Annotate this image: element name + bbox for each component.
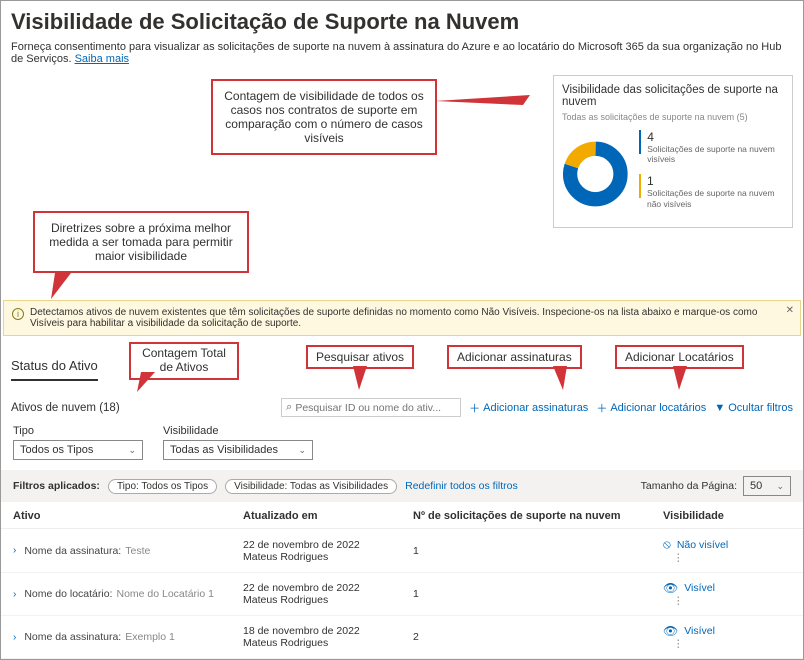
filter-visibility-select[interactable]: Todas as Visibilidades ⌄ xyxy=(163,440,313,460)
reset-filters-link[interactable]: Redefinir todos os filtros xyxy=(405,480,518,492)
callout-arrow-icon xyxy=(349,366,371,392)
add-subscriptions-button[interactable]: ＋ Adicionar assinaturas xyxy=(469,400,588,416)
page-subtitle: Forneça consentimento para visualizar as… xyxy=(11,41,793,65)
notice-text: Detectamos ativos de nuvem existentes qu… xyxy=(30,307,792,329)
chevron-down-icon: ⌄ xyxy=(776,481,784,492)
hide-filters-label: Ocultar filtros xyxy=(728,402,793,414)
chart-title: Visibilidade das solicitações de suporte… xyxy=(562,84,784,108)
plus-icon: ＋ xyxy=(469,400,480,416)
callout-arrow-icon xyxy=(49,273,79,301)
page-title: Visibilidade de Solicitação de Suporte n… xyxy=(11,9,793,35)
expand-icon[interactable]: › xyxy=(13,545,16,556)
chart-subtitle: Todas as solicitações de suporte na nuve… xyxy=(562,112,784,122)
chevron-down-icon: ⌄ xyxy=(128,445,136,456)
asset-count: Ativos de nuvem (18) xyxy=(11,402,120,414)
learn-more-link[interactable]: Saiba mais xyxy=(75,53,129,65)
col-updated[interactable]: Atualizado em xyxy=(243,510,413,522)
updated-cell: 22 de novembro de 2022Mateus Rodrigues xyxy=(243,582,413,606)
requests-cell: 2 xyxy=(413,631,663,643)
legend-value: 4 xyxy=(647,130,784,144)
applied-filters-label: Filtros aplicados: xyxy=(13,480,100,492)
close-icon[interactable]: ✕ xyxy=(786,305,794,316)
chart-card: Visibilidade das solicitações de suporte… xyxy=(553,75,793,228)
asset-name: Exemplo 1 xyxy=(125,631,175,643)
table-header: Ativo Atualizado em Nº de solicitações d… xyxy=(1,502,803,529)
page-size-value: 50 xyxy=(750,480,762,492)
legend-item: 4 Solicitações de suporte na nuvem visív… xyxy=(639,130,784,164)
filter-type-select[interactable]: Todos os Tipos ⌄ xyxy=(13,440,143,460)
add-tenants-button[interactable]: ＋ Adicionar locatários xyxy=(596,400,706,416)
eye-icon: 👁 xyxy=(663,624,678,638)
hide-filters-button[interactable]: ▼ Ocultar filtros xyxy=(714,402,793,414)
tab-asset-status[interactable]: Status do Ativo xyxy=(11,354,98,381)
more-icon[interactable]: ⋮ xyxy=(673,595,684,607)
page-size-label: Tamanho da Página: xyxy=(641,480,737,492)
add-subs-label: Adicionar assinaturas xyxy=(483,402,588,414)
asset-type-label: Nome da assinatura: xyxy=(24,631,121,643)
asset-type-label: Nome da assinatura: xyxy=(24,545,121,557)
info-icon: i xyxy=(12,308,24,320)
more-icon[interactable]: ⋮ xyxy=(673,552,684,564)
search-input-wrapper[interactable]: ⌕ xyxy=(281,398,461,417)
asset-type-label: Nome do locatário: xyxy=(24,588,112,600)
callout-arrow-icon xyxy=(549,366,571,392)
filter-visibility-value: Todas as Visibilidades xyxy=(170,444,278,456)
add-tenants-label: Adicionar locatários xyxy=(610,402,706,414)
callout-arrow-icon xyxy=(435,93,545,113)
col-asset[interactable]: Ativo xyxy=(13,510,243,522)
requests-cell: 1 xyxy=(413,588,663,600)
asset-name: Nome do Locatário 1 xyxy=(116,588,213,600)
eye-icon: ⦸ xyxy=(663,537,671,552)
filter-type-value: Todos os Tipos xyxy=(20,444,93,456)
legend-color-icon xyxy=(639,174,641,198)
table-row: › Nome da assinatura: Exemplo 1 18 de novem… xyxy=(1,616,803,659)
filter-chip[interactable]: Visibilidade: Todas as Visibilidades xyxy=(225,479,397,494)
callout-count: Contagem de visibilidade de todos os cas… xyxy=(211,79,437,155)
filter-icon: ▼ xyxy=(714,402,725,414)
legend-label: Solicitações de suporte na nuvem visívei… xyxy=(647,144,784,164)
legend-color-icon xyxy=(639,130,642,154)
eye-icon: 👁 xyxy=(663,581,678,595)
donut-chart xyxy=(562,132,629,216)
visibility-toggle[interactable]: ⦸Não visível xyxy=(663,537,791,552)
more-icon[interactable]: ⋮ xyxy=(673,638,684,650)
callout-arrow-icon xyxy=(137,372,159,394)
notice-banner: i Detectamos ativos de nuvem existentes … xyxy=(3,300,801,336)
search-input[interactable] xyxy=(295,402,456,414)
filter-type-label: Tipo xyxy=(13,425,143,437)
legend-item: 1 Solicitações de suporte na nuvem não v… xyxy=(639,174,784,208)
visibility-toggle[interactable]: 👁Visível xyxy=(663,624,791,638)
legend-value: 1 xyxy=(647,174,784,188)
updated-cell: 18 de novembro de 2022Mateus Rodrigues xyxy=(243,625,413,649)
col-requests[interactable]: Nº de solicitações de suporte na nuvem xyxy=(413,510,663,522)
plus-icon: ＋ xyxy=(596,400,607,416)
filter-visibility-label: Visibilidade xyxy=(163,425,313,437)
legend-label: Solicitações de suporte na nuvem não vis… xyxy=(647,188,784,208)
table-row: › Nome da assinatura: Teste 22 de novembro … xyxy=(1,529,803,573)
callout-arrow-icon xyxy=(669,366,691,392)
expand-icon[interactable]: › xyxy=(13,632,16,643)
table-row: › Nome do locatário: Nome do Locatário 1 22… xyxy=(1,573,803,616)
chart-legend: 4 Solicitações de suporte na nuvem visív… xyxy=(639,130,784,219)
callout-guidance: Diretrizes sobre a próxima melhor medida… xyxy=(33,211,249,273)
page-size-select[interactable]: 50 ⌄ xyxy=(743,476,791,496)
search-icon: ⌕ xyxy=(286,401,292,414)
requests-cell: 1 xyxy=(413,545,663,557)
col-visibility[interactable]: Visibilidade xyxy=(663,510,791,522)
visibility-toggle[interactable]: 👁Visível xyxy=(663,581,791,595)
expand-icon[interactable]: › xyxy=(13,589,16,600)
filter-chip[interactable]: Tipo: Todos os Tipos xyxy=(108,479,217,494)
chevron-down-icon: ⌄ xyxy=(298,445,306,456)
asset-name: Teste xyxy=(125,545,150,557)
updated-cell: 22 de novembro de 2022Mateus Rodrigues xyxy=(243,539,413,563)
